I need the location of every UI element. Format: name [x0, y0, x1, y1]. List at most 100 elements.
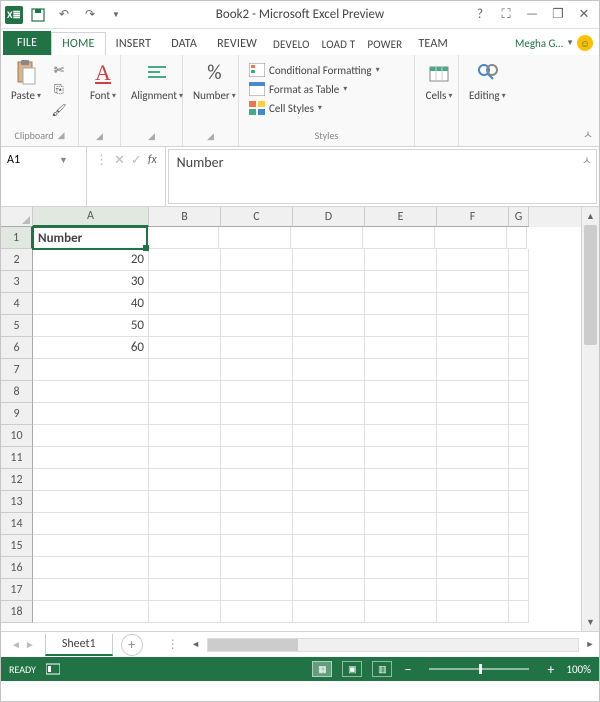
cell-styles-button[interactable]: Cell Styles▾	[245, 99, 408, 117]
minimize-icon[interactable]: —	[521, 4, 543, 26]
paste-button[interactable]: Paste▾	[7, 57, 45, 104]
col-header-B[interactable]: B	[149, 207, 221, 227]
cell-A7[interactable]	[33, 359, 149, 381]
editing-button[interactable]: Editing▾	[465, 57, 510, 104]
sheet-prev-icon[interactable]: ◄	[11, 638, 21, 651]
cell-E13[interactable]	[365, 491, 437, 513]
cell-E11[interactable]	[365, 447, 437, 469]
tab-review[interactable]: REVIEW	[207, 33, 267, 55]
cell-C1[interactable]	[219, 227, 291, 249]
cell-C9[interactable]	[221, 403, 293, 425]
cell-B11[interactable]	[149, 447, 221, 469]
cell-D11[interactable]	[293, 447, 365, 469]
cell-C4[interactable]	[221, 293, 293, 315]
cell-G18[interactable]	[509, 601, 529, 623]
cell-E8[interactable]	[365, 381, 437, 403]
cell-D12[interactable]	[293, 469, 365, 491]
cell-A2[interactable]: 20	[33, 249, 149, 271]
cell-C15[interactable]	[221, 535, 293, 557]
cell-A1[interactable]: Number	[32, 226, 148, 250]
format-as-table-button[interactable]: Format as Table▾	[245, 80, 408, 98]
cell-A18[interactable]	[33, 601, 149, 623]
save-icon[interactable]	[27, 4, 49, 26]
cell-B3[interactable]	[149, 271, 221, 293]
number-button[interactable]: % Number▾	[189, 57, 240, 104]
scroll-down-icon[interactable]: ▼	[582, 613, 599, 631]
cell-D2[interactable]	[293, 249, 365, 271]
cell-G14[interactable]	[509, 513, 529, 535]
tab-home[interactable]: HOME	[51, 32, 105, 55]
cell-D17[interactable]	[293, 579, 365, 601]
cell-G2[interactable]	[509, 249, 529, 271]
cell-B9[interactable]	[149, 403, 221, 425]
cell-C16[interactable]	[221, 557, 293, 579]
restore-icon[interactable]: ❐	[547, 4, 569, 26]
cell-B2[interactable]	[149, 249, 221, 271]
cell-E15[interactable]	[365, 535, 437, 557]
expand-formula-icon[interactable]: ㅅ	[582, 152, 592, 168]
cell-F5[interactable]	[437, 315, 509, 337]
view-page-break-icon[interactable]: ▥	[372, 661, 392, 677]
cell-A12[interactable]	[33, 469, 149, 491]
tab-team[interactable]: TEAM	[408, 33, 458, 55]
cell-A4[interactable]: 40	[33, 293, 149, 315]
cell-F10[interactable]	[437, 425, 509, 447]
cell-G10[interactable]	[509, 425, 529, 447]
row-header-15[interactable]: 15	[1, 535, 33, 557]
cell-D3[interactable]	[293, 271, 365, 293]
cell-F13[interactable]	[437, 491, 509, 513]
cell-D6[interactable]	[293, 337, 365, 359]
font-button[interactable]: A Font▾	[85, 57, 121, 104]
cell-F1[interactable]	[435, 227, 507, 249]
cell-F4[interactable]	[437, 293, 509, 315]
cell-E14[interactable]	[365, 513, 437, 535]
row-header-9[interactable]: 9	[1, 403, 33, 425]
cell-F3[interactable]	[437, 271, 509, 293]
cells-button[interactable]: Cells▾	[421, 57, 457, 104]
cell-A10[interactable]	[33, 425, 149, 447]
tab-file[interactable]: FILE	[3, 31, 51, 55]
cell-A8[interactable]	[33, 381, 149, 403]
cell-G8[interactable]	[509, 381, 529, 403]
row-header-10[interactable]: 10	[1, 425, 33, 447]
cell-G6[interactable]	[509, 337, 529, 359]
cell-D10[interactable]	[293, 425, 365, 447]
zoom-in-icon[interactable]: +	[545, 661, 556, 678]
cell-G5[interactable]	[509, 315, 529, 337]
cell-D13[interactable]	[293, 491, 365, 513]
tab-loadtest[interactable]: LOAD T	[316, 34, 362, 55]
user-account[interactable]: Megha G… ▼ ☺	[509, 31, 599, 55]
formula-input[interactable]: Number ㅅ	[168, 149, 597, 204]
tab-insert[interactable]: INSERT	[106, 33, 162, 55]
conditional-formatting-button[interactable]: Conditional Formatting▾	[245, 61, 408, 79]
col-header-F[interactable]: F	[437, 207, 509, 227]
redo-icon[interactable]: ↷	[79, 4, 101, 26]
sheet-tab-1[interactable]: Sheet1	[45, 634, 113, 656]
cell-F15[interactable]	[437, 535, 509, 557]
cell-F12[interactable]	[437, 469, 509, 491]
cell-E12[interactable]	[365, 469, 437, 491]
undo-icon[interactable]: ↶	[53, 4, 75, 26]
zoom-thumb[interactable]	[479, 664, 482, 674]
cell-B15[interactable]	[149, 535, 221, 557]
cell-A15[interactable]	[33, 535, 149, 557]
qat-dropdown-icon[interactable]: ▼	[105, 4, 127, 26]
cell-G3[interactable]	[509, 271, 529, 293]
enter-formula-icon[interactable]: ✓	[131, 153, 142, 168]
cell-D1[interactable]	[291, 227, 363, 249]
cell-E17[interactable]	[365, 579, 437, 601]
scroll-up-icon[interactable]: ▲	[582, 207, 599, 225]
cell-B5[interactable]	[149, 315, 221, 337]
sheet-next-icon[interactable]: ►	[25, 638, 35, 651]
cell-C17[interactable]	[221, 579, 293, 601]
collapse-ribbon-icon[interactable]: ㅅ	[583, 126, 593, 142]
cell-A14[interactable]	[33, 513, 149, 535]
cell-B16[interactable]	[149, 557, 221, 579]
cell-C13[interactable]	[221, 491, 293, 513]
alignment-dialog-icon[interactable]: ◢	[148, 131, 155, 142]
macro-record-icon[interactable]	[46, 663, 60, 675]
name-box[interactable]: ▼	[1, 147, 87, 206]
cell-E10[interactable]	[365, 425, 437, 447]
cell-B13[interactable]	[149, 491, 221, 513]
ribbon-display-icon[interactable]: ⛶	[495, 4, 517, 26]
